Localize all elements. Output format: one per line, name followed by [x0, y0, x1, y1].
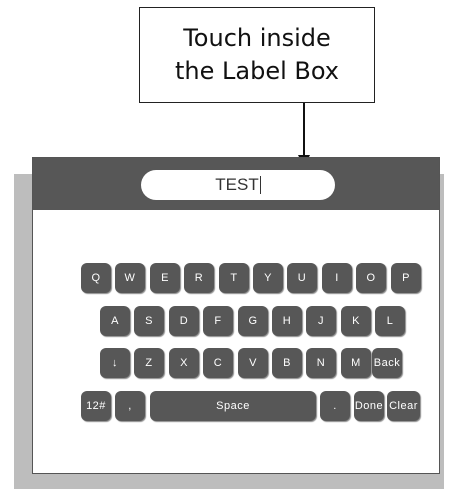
label-input-box[interactable]: TEST — [141, 170, 335, 200]
key-e[interactable]: E — [150, 263, 180, 293]
key-k[interactable]: K — [341, 306, 371, 336]
key-b[interactable]: B — [272, 348, 302, 378]
key-x[interactable]: X — [169, 348, 199, 378]
key-p[interactable]: P — [391, 263, 421, 293]
key-done[interactable]: Done — [354, 391, 384, 421]
key-z[interactable]: Z — [134, 348, 164, 378]
key-w[interactable]: W — [115, 263, 145, 293]
key-shift[interactable]: ↓ — [100, 348, 130, 378]
instruction-callout: Touch inside the Label Box — [139, 7, 375, 103]
key-clear[interactable]: Clear — [387, 391, 420, 421]
key-period[interactable]: . — [320, 391, 350, 421]
key-c[interactable]: C — [203, 348, 233, 378]
text-cursor — [259, 176, 261, 194]
key-s[interactable]: S — [134, 306, 164, 336]
key-comma[interactable]: , — [115, 391, 145, 421]
key-a[interactable]: A — [100, 306, 130, 336]
key-i[interactable]: I — [322, 263, 352, 293]
label-input-value: TEST — [215, 175, 259, 194]
key-l[interactable]: L — [375, 306, 405, 336]
key-h[interactable]: H — [272, 306, 302, 336]
key-t[interactable]: T — [219, 263, 249, 293]
key-j[interactable]: J — [306, 306, 336, 336]
key-u[interactable]: U — [287, 263, 317, 293]
key-numbers-toggle[interactable]: 12# — [81, 391, 111, 421]
key-v[interactable]: V — [238, 348, 268, 378]
callout-line-1: Touch inside — [183, 24, 331, 52]
key-r[interactable]: R — [184, 263, 214, 293]
key-back[interactable]: Back — [372, 348, 402, 378]
panel-header: TEST — [33, 158, 439, 210]
pointer-arrow-line — [303, 103, 305, 158]
key-n[interactable]: N — [306, 348, 336, 378]
key-space[interactable]: Space — [150, 391, 316, 421]
callout-line-2: the Label Box — [174, 57, 339, 85]
key-q[interactable]: Q — [81, 263, 111, 293]
key-f[interactable]: F — [203, 306, 233, 336]
key-g[interactable]: G — [238, 306, 268, 336]
key-y[interactable]: Y — [253, 263, 283, 293]
key-o[interactable]: O — [356, 263, 386, 293]
keyboard-panel: TEST Q W E R T Y U I O P A S D F G H J K… — [32, 157, 440, 474]
key-d[interactable]: D — [169, 306, 199, 336]
key-m[interactable]: M — [341, 348, 371, 378]
